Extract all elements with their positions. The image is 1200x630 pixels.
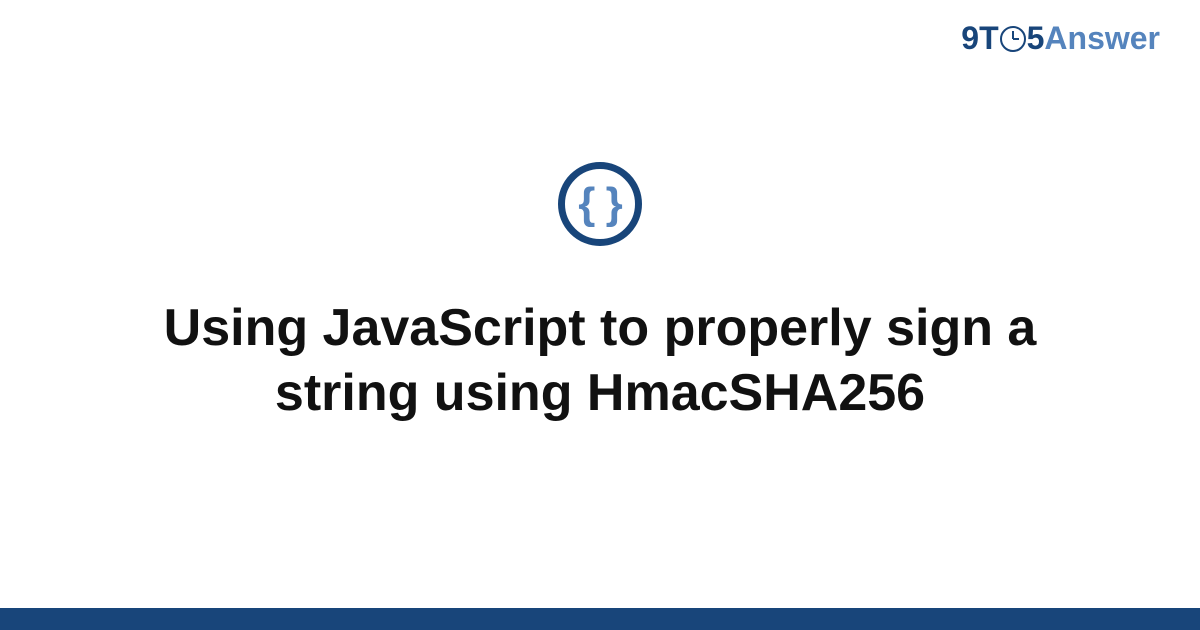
footer-bar: [0, 608, 1200, 630]
code-braces-icon: { }: [558, 162, 642, 246]
page-title: Using JavaScript to properly sign a stri…: [100, 296, 1100, 426]
main-content: { } Using JavaScript to properly sign a …: [0, 0, 1200, 608]
icon-wrapper: { }: [558, 162, 642, 246]
